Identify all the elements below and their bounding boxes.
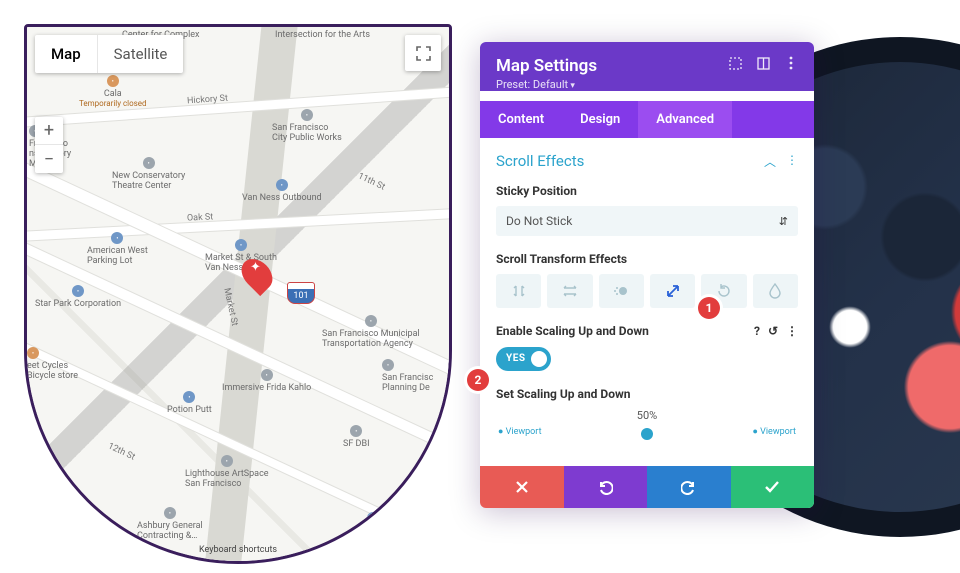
select-arrows-icon: ⇵ — [779, 215, 788, 228]
redo-icon — [681, 479, 697, 495]
section-header[interactable]: Scroll Effects ︿ ⋮ — [496, 152, 798, 170]
poi: Ashbury General Contracting &… — [137, 507, 203, 541]
panel-footer — [480, 466, 814, 508]
poi: eet Cycles Bicycle store — [27, 347, 78, 381]
map-type-control: Map Satellite — [35, 35, 183, 73]
transform-effects-row — [496, 274, 798, 308]
poi: San Francisco City Public Works — [272, 109, 342, 143]
effect-blur-button[interactable] — [753, 274, 798, 308]
effect-horizontal-button[interactable] — [547, 274, 592, 308]
zoom-control: + − — [35, 117, 63, 173]
street-label: 12th St — [106, 441, 136, 462]
sticky-label: Sticky Position — [496, 184, 798, 198]
fullscreen-icon — [416, 46, 431, 61]
poi: San Francisco Municipal Transportation A… — [322, 315, 420, 349]
close-icon — [515, 480, 529, 494]
toggle-knob — [531, 351, 547, 367]
poi: Star Park Corporation — [35, 285, 121, 309]
tab-advanced[interactable]: Advanced — [638, 101, 732, 138]
map-marker-icon[interactable] — [244, 257, 270, 292]
panel-title: Map Settings — [496, 56, 597, 76]
effect-scale-button[interactable] — [650, 274, 695, 308]
section-more-icon[interactable]: ⋮ — [786, 153, 798, 170]
enable-scaling-label: Enable Scaling Up and Down ? ↺ ⋮ — [496, 324, 798, 338]
tab-content[interactable]: Content — [480, 101, 562, 138]
slider-value: 50% — [496, 409, 798, 422]
street-label: 11th St — [356, 171, 386, 192]
street-label: Oak St — [187, 212, 214, 223]
tab-design[interactable]: Design — [562, 101, 638, 138]
poi: Potion Putt — [167, 391, 212, 415]
preset-selector[interactable]: Preset: Default — [496, 78, 798, 91]
undo-icon — [597, 479, 613, 495]
collapse-icon[interactable]: ︿ — [764, 153, 776, 170]
panel-tabs: Content Design Advanced — [480, 101, 814, 138]
callout-badge-1: 1 — [698, 297, 720, 319]
expand-icon[interactable] — [728, 56, 742, 70]
map-tiles[interactable]: Hickory St Oak St Market St 12th St 11th… — [27, 27, 449, 561]
poi: CalaTemporarily closed — [79, 75, 147, 108]
settings-panel: Map Settings Preset: Default Content Des… — [480, 42, 814, 508]
poi: Lighthouse ArtSpace San Francisco — [185, 455, 269, 489]
more-icon[interactable] — [784, 56, 798, 70]
sticky-value: Do Not Stick — [506, 214, 572, 228]
poi: SF DBI — [343, 425, 370, 449]
highway-shield: 101 — [287, 282, 315, 304]
panel-header: Map Settings Preset: Default — [480, 42, 814, 91]
zoom-in-button[interactable]: + — [35, 117, 63, 145]
toggle-label: YES — [506, 353, 525, 364]
poi: Intersection for the Arts — [275, 30, 370, 40]
fullscreen-button[interactable] — [405, 35, 441, 71]
map-type-satellite-button[interactable]: Satellite — [98, 35, 184, 73]
effect-fade-button[interactable] — [599, 274, 644, 308]
option-more-icon[interactable]: ⋮ — [786, 324, 798, 338]
section-title: Scroll Effects — [496, 152, 584, 170]
scaling-slider[interactable]: ● Viewport ● Viewport — [500, 428, 794, 448]
keyboard-shortcuts-link[interactable]: Keyboard shortcuts — [199, 545, 277, 555]
slider-end-right: ● Viewport — [752, 426, 796, 437]
poi: Blu — [367, 512, 380, 536]
slider-thumb[interactable] — [641, 428, 653, 440]
map-type-map-button[interactable]: Map — [35, 35, 98, 73]
reset-icon[interactable]: ↺ — [768, 324, 778, 338]
callout-badge-2: 2 — [467, 369, 489, 391]
save-button[interactable] — [731, 466, 815, 508]
undo-button[interactable] — [564, 466, 648, 508]
poi: New Conservatory Theatre Center — [112, 157, 185, 191]
help-icon[interactable]: ? — [754, 324, 760, 338]
poi: Van Ness Outbound — [242, 179, 322, 203]
cancel-button[interactable] — [480, 466, 564, 508]
redo-button[interactable] — [647, 466, 731, 508]
poi: San Francisc Planning De — [382, 359, 433, 393]
map-container: Hickory St Oak St Market St 12th St 11th… — [24, 24, 452, 564]
effect-vertical-button[interactable] — [496, 274, 541, 308]
columns-icon[interactable] — [756, 56, 770, 70]
transform-label: Scroll Transform Effects — [496, 252, 798, 266]
set-scaling-label: Set Scaling Up and Down — [496, 387, 798, 401]
zoom-out-button[interactable]: − — [35, 145, 63, 173]
slider-end-left: ● Viewport — [498, 426, 542, 437]
check-icon — [764, 480, 780, 494]
panel-body: Scroll Effects ︿ ⋮ Sticky Position Do No… — [480, 138, 814, 466]
poi: Immersive Frida Kahlo — [222, 369, 311, 393]
sticky-select[interactable]: Do Not Stick ⇵ — [496, 206, 798, 236]
poi: American West Parking Lot — [87, 232, 148, 266]
enable-scaling-toggle[interactable]: YES — [496, 347, 551, 371]
